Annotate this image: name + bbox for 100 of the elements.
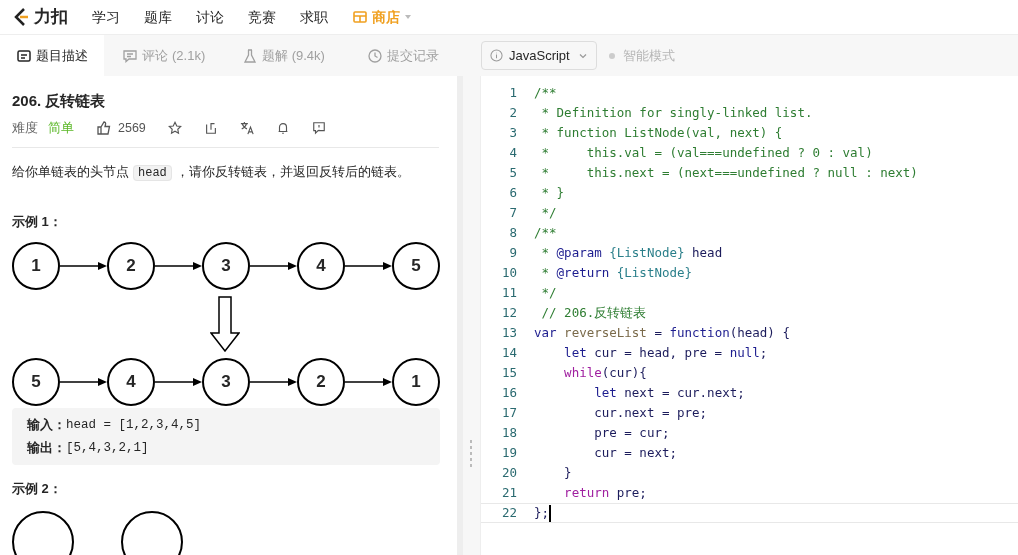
list-node — [12, 510, 74, 555]
info-icon — [490, 49, 503, 62]
code-line: * Definition for singly-linked list. — [540, 103, 813, 122]
arrow-icon — [60, 376, 107, 387]
difficulty-label: 难度 — [12, 119, 38, 137]
problem-description: 给你单链表的头节点 head ，请你反转链表，并返回反转后的链表。 — [12, 163, 411, 183]
line-number: 7 — [508, 203, 518, 222]
output-label: 输出： — [27, 439, 66, 457]
input-value: head = [1,2,3,4,5] — [66, 416, 202, 434]
line-number: 10 — [500, 263, 518, 282]
list-node: 5 — [392, 241, 440, 290]
code-line: */ — [540, 283, 557, 302]
line-number: 4 — [508, 143, 518, 162]
input-label: 输入： — [27, 416, 66, 434]
problem-title: 206. 反转链表 — [12, 91, 107, 111]
code-line: }; — [534, 503, 550, 522]
line-number: 17 — [500, 403, 518, 422]
line-number: 5 — [508, 163, 518, 182]
code-line: return pre; — [563, 483, 647, 502]
code-line: */ — [540, 203, 557, 222]
code-editor[interactable] — [480, 76, 1018, 555]
arrow-icon — [60, 260, 107, 271]
code-line: * this.next = (next===undefined ? null : next) — [540, 163, 918, 182]
logo-icon — [12, 7, 30, 27]
code-line: * function ListNode(val, next) { — [540, 123, 783, 142]
like-button[interactable]: 2569 — [96, 118, 146, 138]
code-line: cur.next = pre; — [593, 403, 708, 422]
code-line: * @param {ListNode} head — [540, 243, 723, 262]
code-line: * @return {ListNode} — [540, 263, 693, 282]
line-number: 22 — [500, 503, 518, 522]
store-icon — [352, 9, 368, 25]
list-node — [121, 510, 183, 555]
nav-link[interactable]: 学习 — [92, 6, 120, 28]
line-number: 3 — [508, 123, 518, 142]
code-line: cur = next; — [593, 443, 677, 462]
caret-icon — [404, 13, 412, 21]
code-line: * this.val = (val===undefined ? 0 : val) — [540, 143, 873, 162]
text-cursor — [549, 504, 552, 522]
list-node: 4 — [107, 357, 155, 406]
line-number: 21 — [500, 483, 518, 502]
nav-link[interactable]: 讨论 — [196, 6, 224, 28]
arrow-icon — [250, 376, 297, 387]
line-number: 2 — [508, 103, 518, 122]
code-line: pre = cur; — [593, 423, 670, 442]
arrow-icon — [155, 376, 202, 387]
tab[interactable]: 题目描述 — [0, 35, 104, 76]
list-node: 3 — [202, 357, 250, 406]
nav-link[interactable]: 求职 — [300, 6, 328, 28]
down-arrow-icon — [210, 295, 240, 352]
list-node: 5 — [12, 357, 60, 406]
line-number: 8 — [508, 223, 518, 242]
list-node: 2 — [107, 241, 155, 290]
line-number: 12 — [500, 303, 518, 322]
flask-icon — [242, 47, 259, 64]
list-node: 4 — [297, 241, 345, 290]
example-heading: 示例 1： — [12, 213, 63, 232]
line-number: 14 — [500, 343, 518, 362]
code-line: // 206.反转链表 — [540, 303, 647, 322]
line-number: 1 — [508, 83, 518, 102]
arrow-icon — [345, 376, 392, 387]
share-icon[interactable] — [203, 120, 218, 135]
translate-icon[interactable] — [239, 120, 254, 135]
code-line: * } — [540, 183, 565, 202]
star-icon[interactable] — [167, 120, 182, 135]
line-number: 18 — [500, 423, 518, 442]
code-line: /** — [534, 83, 557, 102]
list-node: 2 — [297, 357, 345, 406]
line-number: 11 — [500, 283, 518, 302]
difficulty-tag: 简单 — [48, 118, 74, 138]
nav-link[interactable]: 竞赛 — [248, 6, 276, 28]
line-number: 19 — [500, 443, 518, 462]
list-node: 3 — [202, 241, 250, 290]
logo-text[interactable]: 力扣 — [34, 4, 68, 30]
arrow-icon — [250, 260, 297, 271]
example-heading: 示例 2： — [12, 480, 63, 499]
nav-link[interactable]: 题库 — [144, 6, 172, 28]
language-select[interactable]: JavaScript — [481, 41, 597, 70]
arrow-icon — [155, 260, 202, 271]
line-number: 15 — [500, 363, 518, 382]
clock-icon — [367, 47, 384, 64]
code-line: let cur = head, pre = null; — [563, 343, 768, 362]
line-number: 9 — [508, 243, 518, 262]
output-value: [5,4,3,2,1] — [66, 439, 149, 457]
list-node: 1 — [12, 241, 60, 290]
feedback-icon[interactable] — [311, 120, 326, 135]
line-number: 13 — [500, 323, 518, 342]
resize-handle-icon[interactable] — [470, 440, 473, 470]
code-line: /** — [534, 223, 557, 242]
arrow-icon — [345, 260, 392, 271]
thumbs-up-icon — [96, 119, 112, 136]
document-icon — [16, 47, 32, 64]
code-line: let next = cur.next; — [593, 383, 745, 402]
code-line: } — [563, 463, 572, 482]
line-number: 6 — [508, 183, 518, 202]
comment-icon — [122, 47, 139, 64]
code-line: var reverseList = function(head) { — [534, 323, 790, 342]
list-node: 1 — [392, 357, 440, 406]
line-number: 20 — [500, 463, 518, 482]
code-line: while(cur){ — [563, 363, 647, 382]
line-number: 16 — [500, 383, 518, 402]
